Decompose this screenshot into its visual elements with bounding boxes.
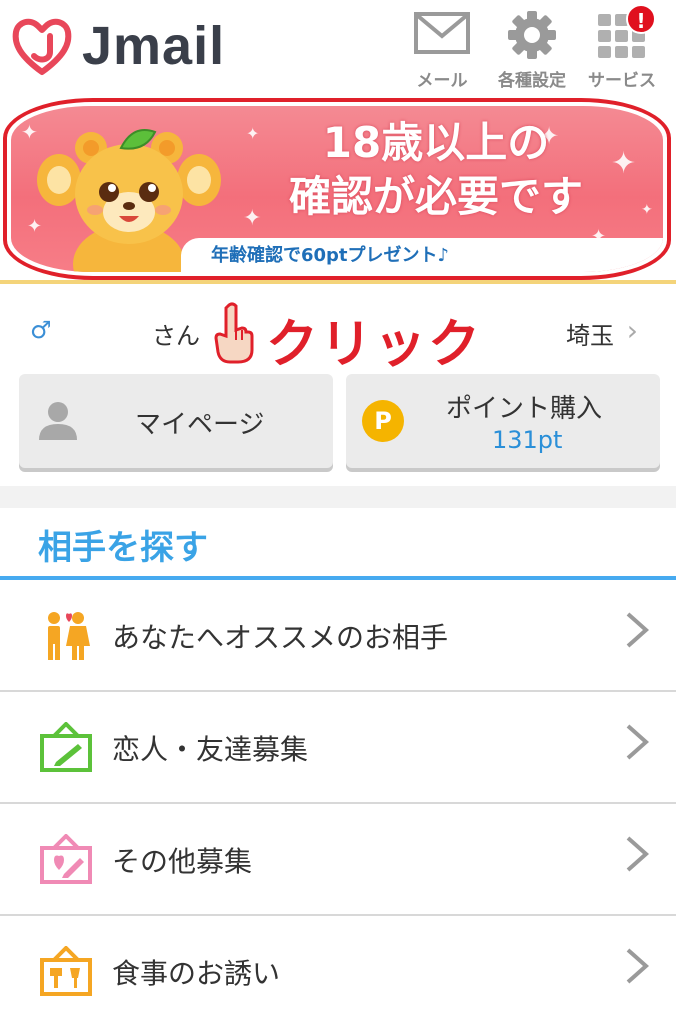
- logo-text: Jmail: [82, 16, 226, 76]
- chevron-right-icon: [626, 612, 650, 648]
- chevron-right-icon: [626, 724, 650, 760]
- buy-points-button[interactable]: P ポイント購入 131pt: [346, 374, 660, 468]
- gear-icon: [508, 11, 556, 59]
- banner-title-line2: 確認が必要です: [288, 172, 583, 221]
- list-item-partner-friend[interactable]: 恋人・友達募集: [0, 692, 676, 804]
- banner-divider: [0, 280, 676, 284]
- list-item-label: その他募集: [112, 845, 253, 878]
- chevron-right-icon: [626, 836, 650, 872]
- points-balance: 131pt: [492, 426, 563, 454]
- click-annotation: クリック: [266, 315, 483, 375]
- pointing-hand-icon: [214, 302, 254, 364]
- banner-subtitle: 年齢確認で60ptプレゼント♪: [211, 245, 450, 266]
- sparkle-icon: ✦: [641, 202, 653, 218]
- dining-board-icon: [40, 946, 92, 996]
- section-title: 相手を探す: [38, 528, 208, 568]
- mypage-button[interactable]: マイページ: [19, 374, 333, 468]
- male-icon: ♂: [30, 316, 52, 344]
- mail-icon: [414, 12, 470, 54]
- sparkle-icon: ✦: [611, 146, 637, 181]
- jmail-logo[interactable]: Jmail: [10, 14, 225, 78]
- list-item-label: 恋人・友達募集: [112, 733, 309, 766]
- settings-label: 各種設定: [498, 71, 566, 91]
- point-coin-icon: P: [362, 400, 404, 442]
- mypage-label: マイページ: [135, 410, 265, 440]
- sparkle-icon: ✦: [243, 206, 262, 231]
- banner-background: ✦ ✦ ✦ ✦ ✦ ✦ ✦ ✦ 18歳以上の 確認が必要です 年齢確認で60pt…: [11, 106, 663, 272]
- buy-points-label: ポイント購入: [446, 394, 603, 424]
- sparkle-icon: ✦: [246, 124, 260, 143]
- couple-icon: [48, 612, 90, 660]
- chevron-right-icon: [626, 948, 650, 984]
- user-profile-row[interactable]: ♂ さん クリック 埼玉 ›: [0, 296, 676, 375]
- chevron-right-icon: ›: [626, 314, 638, 347]
- banner-title: 18歳以上の 確認が必要です: [261, 116, 611, 224]
- mail-label: メール: [416, 71, 468, 91]
- notification-badge: !: [626, 4, 656, 34]
- mail-button[interactable]: メール: [402, 10, 482, 92]
- user-prefecture: 埼玉: [566, 322, 614, 350]
- green-board-icon: [40, 722, 92, 772]
- section-separator: [0, 486, 676, 508]
- services-button[interactable]: ! サービス: [582, 4, 662, 92]
- user-honorific: さん: [152, 322, 200, 350]
- list-item-label: あなたへオススメのお相手: [112, 621, 449, 654]
- age-verification-banner[interactable]: ✦ ✦ ✦ ✦ ✦ ✦ ✦ ✦ 18歳以上の 確認が必要です 年齢確認で60pt…: [3, 98, 671, 280]
- list-item-dining[interactable]: 食事のお誘い: [0, 916, 676, 1024]
- list-item-recommended[interactable]: あなたへオススメのお相手: [0, 580, 676, 692]
- list-item-other[interactable]: その他募集: [0, 804, 676, 916]
- app-header: Jmail メール 各種設定 ! サービス: [0, 0, 676, 100]
- settings-button[interactable]: 各種設定: [492, 10, 572, 92]
- list-item-label: 食事のお誘い: [112, 957, 281, 990]
- logo-heart-icon: [12, 18, 72, 75]
- person-icon: [39, 402, 77, 440]
- services-label: サービス: [588, 71, 656, 91]
- pink-board-icon: [40, 834, 92, 884]
- banner-title-line1: 18歳以上の: [322, 118, 550, 167]
